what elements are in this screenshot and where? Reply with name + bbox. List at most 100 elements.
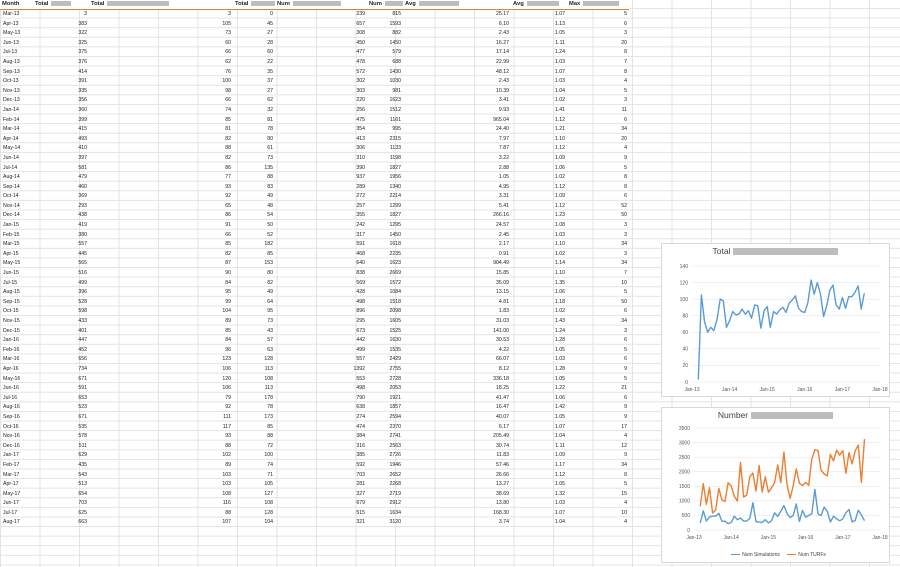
value-cell[interactable]: 82 [89, 154, 233, 164]
value-cell[interactable]: 1623 [367, 259, 403, 269]
month-cell[interactable]: Dec-13 [0, 96, 33, 106]
value-cell[interactable]: 2.43 [403, 29, 511, 39]
col-header-total-1[interactable]: Total [33, 0, 89, 10]
value-cell[interactable]: 3.22 [403, 154, 511, 164]
value-cell[interactable]: 410 [33, 144, 89, 154]
value-cell[interactable]: 9 [567, 154, 629, 164]
value-cell[interactable]: 26.66 [403, 471, 511, 481]
value-cell[interactable]: 1.12 [511, 183, 567, 193]
value-cell[interactable]: 1.05 [403, 173, 511, 183]
value-cell[interactable]: 1827 [367, 164, 403, 174]
value-cell[interactable]: 266.16 [403, 211, 511, 221]
value-cell[interactable]: 335 [33, 87, 89, 97]
value-cell[interactable]: 4.95 [403, 183, 511, 193]
value-cell[interactable]: 1.12 [511, 202, 567, 212]
month-cell[interactable]: Dec-16 [0, 442, 33, 452]
value-cell[interactable]: 73 [89, 29, 233, 39]
value-cell[interactable]: 99 [89, 298, 233, 308]
value-cell[interactable]: 1.11 [511, 442, 567, 452]
value-cell[interactable]: 316 [275, 442, 367, 452]
value-cell[interactable]: 9.93 [403, 106, 511, 116]
month-cell[interactable]: May-14 [0, 144, 33, 154]
month-cell[interactable]: Jul-14 [0, 164, 33, 174]
value-cell[interactable]: 904.49 [403, 259, 511, 269]
value-cell[interactable]: 1.05 [511, 480, 567, 490]
value-cell[interactable]: 102 [89, 451, 233, 461]
value-cell[interactable]: 2652 [367, 471, 403, 481]
value-cell[interactable]: 80 [233, 269, 275, 279]
value-cell[interactable]: 10 [567, 279, 629, 289]
value-cell[interactable]: 360 [33, 106, 89, 116]
value-cell[interactable]: 81 [233, 116, 275, 126]
value-cell[interactable]: 66 [89, 231, 233, 241]
value-cell[interactable]: 6 [567, 192, 629, 202]
value-cell[interactable]: 79 [89, 394, 233, 404]
col-header-total-3[interactable]: Total [233, 0, 275, 10]
value-cell[interactable]: 38.69 [403, 490, 511, 500]
value-cell[interactable]: 1946 [367, 461, 403, 471]
value-cell[interactable]: 499 [275, 346, 367, 356]
value-cell[interactable]: 1.12 [511, 471, 567, 481]
value-cell[interactable]: 433 [33, 317, 89, 327]
value-cell[interactable]: 369 [33, 192, 89, 202]
value-cell[interactable]: 85 [89, 116, 233, 126]
value-cell[interactable]: 308 [275, 29, 367, 39]
value-cell[interactable]: 84 [89, 336, 233, 346]
value-cell[interactable]: 414 [33, 68, 89, 78]
value-cell[interactable]: 896 [275, 307, 367, 317]
value-cell[interactable]: 1512 [367, 106, 403, 116]
value-cell[interactable]: 528 [33, 298, 89, 308]
value-cell[interactable]: 498 [275, 384, 367, 394]
value-cell[interactable]: 7 [567, 269, 629, 279]
value-cell[interactable]: 1.05 [511, 413, 567, 423]
value-cell[interactable]: 108 [233, 375, 275, 385]
month-cell[interactable]: Jan-17 [0, 451, 33, 461]
value-cell[interactable]: 3 [89, 10, 233, 20]
value-cell[interactable]: 74 [89, 106, 233, 116]
value-cell[interactable]: 5 [567, 164, 629, 174]
value-cell[interactable]: 498 [275, 298, 367, 308]
value-cell[interactable]: 3.74 [403, 518, 511, 528]
value-cell[interactable]: 54 [233, 211, 275, 221]
value-cell[interactable]: 1198 [367, 154, 403, 164]
value-cell[interactable]: 1956 [367, 173, 403, 183]
value-cell[interactable]: 90 [89, 269, 233, 279]
value-cell[interactable]: 995 [367, 125, 403, 135]
value-cell[interactable]: 120 [89, 375, 233, 385]
value-cell[interactable]: 511 [33, 442, 89, 452]
month-cell[interactable]: Apr-13 [0, 20, 33, 30]
value-cell[interactable]: 2429 [367, 355, 403, 365]
value-cell[interactable]: 8 [567, 173, 629, 183]
value-cell[interactable]: 3 [33, 10, 89, 20]
value-cell[interactable]: 17.14 [403, 48, 511, 58]
value-cell[interactable]: 2.17 [403, 240, 511, 250]
value-cell[interactable]: 656 [33, 355, 89, 365]
month-cell[interactable]: Feb-16 [0, 346, 33, 356]
value-cell[interactable]: 460 [33, 183, 89, 193]
value-cell[interactable]: 2.45 [403, 231, 511, 241]
value-cell[interactable]: 1.21 [511, 125, 567, 135]
value-cell[interactable]: 1.35 [511, 279, 567, 289]
value-cell[interactable]: 295 [275, 317, 367, 327]
value-cell[interactable]: 52 [233, 231, 275, 241]
value-cell[interactable]: 2.43 [403, 77, 511, 87]
value-cell[interactable]: 397 [33, 154, 89, 164]
col-header-num-2[interactable]: Num [367, 0, 403, 10]
value-cell[interactable]: 17 [567, 423, 629, 433]
value-cell[interactable]: 401 [33, 327, 89, 337]
value-cell[interactable]: 3 [567, 29, 629, 39]
value-cell[interactable]: 663 [33, 518, 89, 528]
value-cell[interactable]: 4.22 [403, 346, 511, 356]
month-cell[interactable]: Jul-15 [0, 279, 33, 289]
value-cell[interactable]: 4 [567, 432, 629, 442]
value-cell[interactable]: 523 [33, 403, 89, 413]
value-cell[interactable]: 41.47 [403, 394, 511, 404]
value-cell[interactable]: 2268 [367, 480, 403, 490]
month-cell[interactable]: Jan-15 [0, 221, 33, 231]
value-cell[interactable]: 89 [89, 317, 233, 327]
month-cell[interactable]: Oct-13 [0, 77, 33, 87]
value-cell[interactable]: 515 [275, 509, 367, 519]
value-cell[interactable]: 98 [89, 87, 233, 97]
value-cell[interactable]: 63 [233, 346, 275, 356]
value-cell[interactable]: 4 [567, 518, 629, 528]
